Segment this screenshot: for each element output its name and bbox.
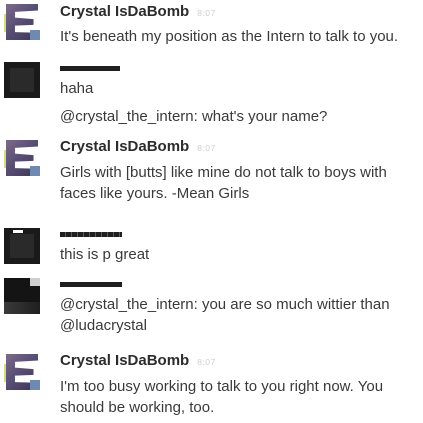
avatar-image [10,68,34,92]
avatar[interactable] [4,62,40,98]
chat-message: Crystal IsDaBomb 8:07 It's beneath my po… [0,0,423,47]
message-header: Crystal IsDaBomb 8:07 [60,0,423,25]
message-text: It's beneath my position as the Intern t… [60,28,399,45]
avatar[interactable] [4,228,40,264]
message-text: I'm too busy working to talk to you righ… [60,378,384,395]
timestamp: 8:07 [197,143,216,153]
chat-message: Crystal IsDaBomb 8:07 Girls with [butts]… [0,136,423,204]
redacted-author-name [60,276,423,291]
redacted-author-name [60,226,423,241]
avatar-corner [30,30,40,40]
author-name[interactable]: Crystal IsDaBomb [60,138,189,155]
message-text: this is p great [60,246,150,263]
message-header: Crystal IsDaBomb 8:07 [60,136,423,160]
avatar[interactable] [4,140,40,176]
chat-message: this is p great [0,226,423,265]
message-text: haha [60,80,94,97]
timestamp: 8:07 [197,357,216,367]
chat-message: haha [0,60,423,99]
avatar-detail [13,230,23,233]
message-text: @crystal_the_intern: what's your name? [60,108,328,125]
redacted-name-bar [60,66,120,71]
avatar-corner [30,166,40,176]
message-text: @ludacrystal [60,317,147,334]
author-name[interactable]: Crystal IsDaBomb [60,352,189,369]
chat-message: @crystal_the_intern: you are so much wit… [0,276,423,336]
chat-log: Crystal IsDaBomb 8:07 It's beneath my po… [0,0,423,423]
author-name[interactable]: Crystal IsDaBomb [60,3,189,20]
redacted-author-name [60,60,423,75]
message-header: Crystal IsDaBomb 8:07 [60,350,423,374]
avatar[interactable] [4,354,40,390]
avatar-image [10,234,34,258]
message-text: @crystal_the_intern: you are so much wit… [60,296,390,313]
avatar-detail [30,278,40,286]
message-text: Girls with [butts] like mine do not talk… [60,164,387,181]
avatar-detail [4,302,40,314]
redacted-name-bar [60,232,122,237]
timestamp: 8:07 [197,8,216,18]
avatar[interactable] [4,4,40,40]
message-text: should be working, too. [60,399,215,416]
chat-message: Crystal IsDaBomb 8:07 I'm too busy worki… [0,350,423,418]
avatar-corner [30,380,40,390]
redacted-name-bar [60,282,122,287]
message-text: faces like yours. -Mean Girls [60,185,250,202]
avatar[interactable] [4,278,40,314]
